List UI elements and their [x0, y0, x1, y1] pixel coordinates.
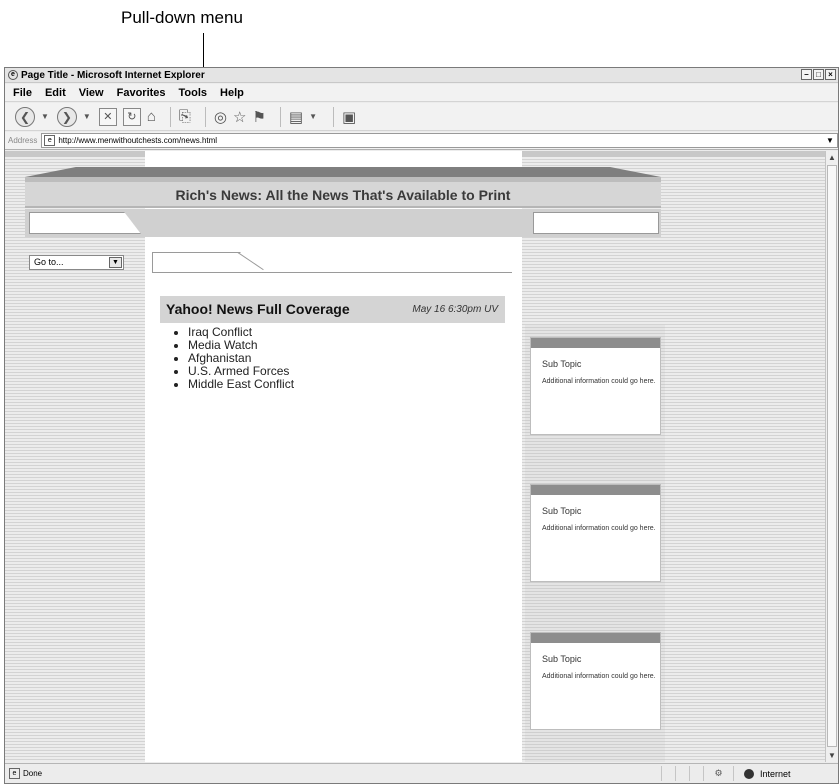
security-icon: ⚙	[703, 766, 733, 781]
window-controls: – □ ×	[801, 69, 836, 80]
card-text: Additional information could go here.	[542, 378, 656, 385]
card-header-bar	[531, 485, 660, 495]
menu-bar: File Edit View Favorites Tools Help	[5, 84, 838, 102]
page-viewport: Rich's News: All the News That's Availab…	[5, 151, 827, 762]
subnav-right-box	[533, 212, 659, 234]
browser-window: e Page Title - Microsoft Internet Explor…	[4, 67, 839, 784]
status-panel	[661, 766, 675, 781]
media-icon[interactable]: ◎	[214, 106, 227, 128]
subtopic-card: Sub Topic Additional information could g…	[530, 484, 661, 582]
window-title: Page Title - Microsoft Internet Explorer	[21, 70, 205, 81]
minimize-button[interactable]: –	[801, 69, 812, 80]
card-header-bar	[531, 633, 660, 643]
card-title: Sub Topic	[542, 506, 582, 516]
news-list: Iraq Conflict Media Watch Afghanistan U.…	[188, 326, 294, 391]
scroll-thumb[interactable]	[827, 165, 837, 747]
security-zone: Internet	[733, 766, 838, 781]
status-bar: e Done ⚙ Internet	[5, 763, 838, 783]
menu-favorites[interactable]: Favorites	[117, 87, 166, 99]
site-header: Rich's News: All the News That's Availab…	[25, 182, 661, 208]
toolbar: ❮ ▼ ❯ ▼ ✕ ↻ ⌂ ⎘ ◎ ☆ ⚑ ▤ ▼ ▣	[5, 103, 838, 131]
page-icon: e	[9, 768, 20, 779]
maximize-button[interactable]: □	[813, 69, 824, 80]
menu-help[interactable]: Help	[220, 87, 244, 99]
scroll-down-icon[interactable]: ▼	[826, 749, 838, 762]
home-icon[interactable]: ⌂	[147, 106, 156, 128]
search-icon[interactable]: ⎘	[179, 106, 191, 128]
header-ribbon	[25, 167, 661, 177]
menu-file[interactable]: File	[13, 87, 32, 99]
toolbar-separator	[204, 106, 206, 127]
forward-dropdown-icon[interactable]: ▼	[83, 106, 91, 128]
toolbar-separator	[333, 106, 335, 127]
address-bar: Address e http://www.menwithoutchests.co…	[5, 132, 838, 150]
favorites-icon[interactable]: ☆	[233, 106, 246, 128]
card-title: Sub Topic	[542, 359, 582, 369]
status-panel	[675, 766, 689, 781]
subnav-left-box	[29, 212, 141, 234]
toolbar-separator	[169, 106, 171, 127]
news-link-item[interactable]: Middle East Conflict	[188, 378, 294, 391]
chevron-down-icon[interactable]: ▼	[823, 134, 837, 147]
mail-dropdown-icon[interactable]: ▼	[309, 106, 317, 128]
news-title: Yahoo! News Full Coverage	[166, 301, 350, 317]
news-header: Yahoo! News Full Coverage May 16 6:30pm …	[160, 296, 505, 323]
scroll-up-icon[interactable]: ▲	[826, 151, 838, 164]
subtopic-card: Sub Topic Additional information could g…	[530, 337, 661, 435]
menu-tools[interactable]: Tools	[179, 87, 208, 99]
subtopic-card: Sub Topic Additional information could g…	[530, 632, 661, 730]
globe-icon	[744, 768, 754, 779]
card-header-bar	[531, 338, 660, 348]
status-zone-label: Internet	[760, 768, 791, 779]
vertical-scrollbar[interactable]: ▲ ▼	[825, 151, 838, 762]
address-label: Address	[8, 136, 38, 145]
address-field[interactable]: e http://www.menwithoutchests.com/news.h…	[41, 133, 838, 148]
goto-select-value: Go to...	[34, 257, 64, 267]
refresh-icon[interactable]: ↻	[122, 107, 141, 126]
subnav-band	[25, 209, 661, 237]
toolbar-separator	[279, 106, 281, 127]
history-icon[interactable]: ⚑	[252, 106, 265, 128]
forward-icon[interactable]: ❯	[56, 106, 77, 127]
news-date: May 16 6:30pm UV	[412, 304, 498, 315]
center-column	[145, 151, 522, 762]
page-icon: e	[44, 135, 56, 146]
menu-edit[interactable]: Edit	[45, 87, 66, 99]
chevron-down-icon[interactable]: ▼	[109, 257, 122, 268]
back-icon[interactable]: ❮	[15, 106, 35, 127]
back-dropdown-icon[interactable]: ▼	[41, 106, 49, 128]
site-title: Rich's News: All the News That's Availab…	[175, 187, 511, 203]
callout-label: Pull-down menu	[121, 8, 243, 27]
stop-icon[interactable]: ✕	[98, 107, 117, 126]
status-panel	[689, 766, 703, 781]
card-text: Additional information could go here.	[542, 525, 656, 532]
ie-logo-icon: e	[8, 70, 18, 80]
address-url: http://www.menwithoutchests.com/news.htm…	[58, 136, 218, 145]
card-text: Additional information could go here.	[542, 673, 656, 680]
messenger-icon[interactable]: ▣	[342, 106, 356, 128]
title-bar: e Page Title - Microsoft Internet Explor…	[5, 68, 838, 83]
close-button[interactable]: ×	[825, 69, 836, 80]
mail-icon[interactable]: ▤	[289, 106, 303, 128]
goto-select[interactable]: Go to... ▼	[29, 255, 124, 270]
status-text: Done	[23, 769, 43, 778]
card-title: Sub Topic	[542, 654, 582, 664]
menu-view[interactable]: View	[79, 87, 104, 99]
content-tab-line	[152, 272, 512, 273]
